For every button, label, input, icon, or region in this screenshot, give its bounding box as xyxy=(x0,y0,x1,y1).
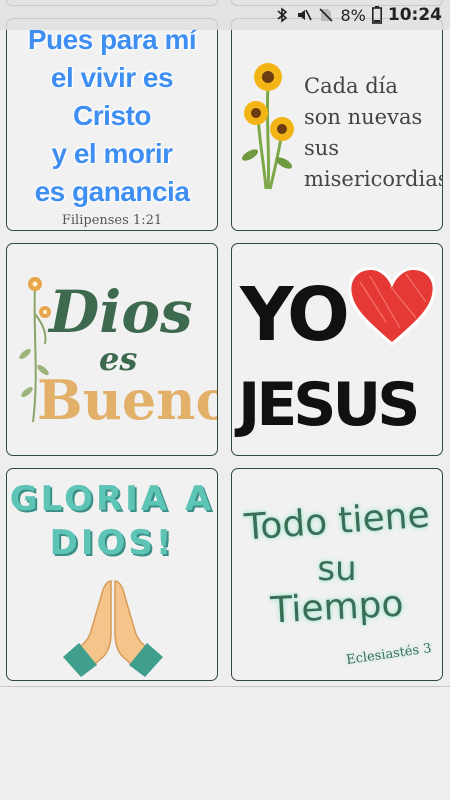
sticker-card-yo-amo-jesus[interactable]: YO JESUS xyxy=(231,243,443,456)
sticker-card-dios-es-bueno[interactable]: Dios es Bueno xyxy=(6,243,218,456)
sticker-card-todo-tiene-su-tiempo[interactable]: Todo tiene su Tiempo Eclesiastés 3 xyxy=(231,468,443,681)
sticker-word: YO xyxy=(240,272,350,358)
clock: 10:24 xyxy=(387,5,442,25)
sticker-card-gloria-a-dios[interactable]: GLORIA A DIOS! xyxy=(6,468,218,681)
sticker-word: Bueno xyxy=(37,368,218,432)
sticker-word: JESUS xyxy=(238,370,420,440)
praying-hands-icon xyxy=(63,580,163,677)
sunflower-icon xyxy=(241,63,294,190)
no-sim-icon xyxy=(319,8,334,22)
sticker-word: Dios xyxy=(49,278,193,346)
sticker-text-line: el vivir es xyxy=(50,62,174,93)
status-icons: 8% 10:24 xyxy=(274,0,442,30)
sticker-reference: Eclesiastés 3 xyxy=(345,641,433,668)
sticker-text-line: Tiempo xyxy=(269,583,405,632)
sticker-text-line: es ganancia xyxy=(34,176,190,207)
status-bar: 8% 10:24 xyxy=(0,0,450,30)
sticker-text-line: Cada día xyxy=(304,74,398,98)
sticker-text-line: y el morir xyxy=(51,138,173,169)
mute-icon xyxy=(298,9,313,21)
sticker-text-line: misericordias xyxy=(304,167,443,191)
grid-bottom-divider xyxy=(0,686,450,687)
battery-percent: 8% xyxy=(340,5,366,25)
sticker-card-mercies[interactable]: Cada día son nuevas sus misericordias xyxy=(231,18,443,231)
heart-icon xyxy=(348,267,436,346)
sticker-text: Cada día son nuevas sus misericordias xyxy=(304,71,443,195)
sticker-text-line: sus xyxy=(304,136,340,160)
battery-icon xyxy=(371,6,382,24)
sticker-text-line: Cristo xyxy=(73,100,151,131)
sticker-text-line: son nuevas xyxy=(304,105,423,129)
sticker-text-line: DIOS! xyxy=(49,523,175,563)
bluetooth-icon xyxy=(277,7,288,23)
sticker-reference: Filipenses 1:21 xyxy=(61,213,163,228)
sticker-card-philippians[interactable]: Pues para mí el vivir es Cristo y el mor… xyxy=(6,18,218,231)
sticker-text-line: GLORIA A xyxy=(9,479,215,519)
sticker-text-line: Todo tiene xyxy=(243,494,431,549)
